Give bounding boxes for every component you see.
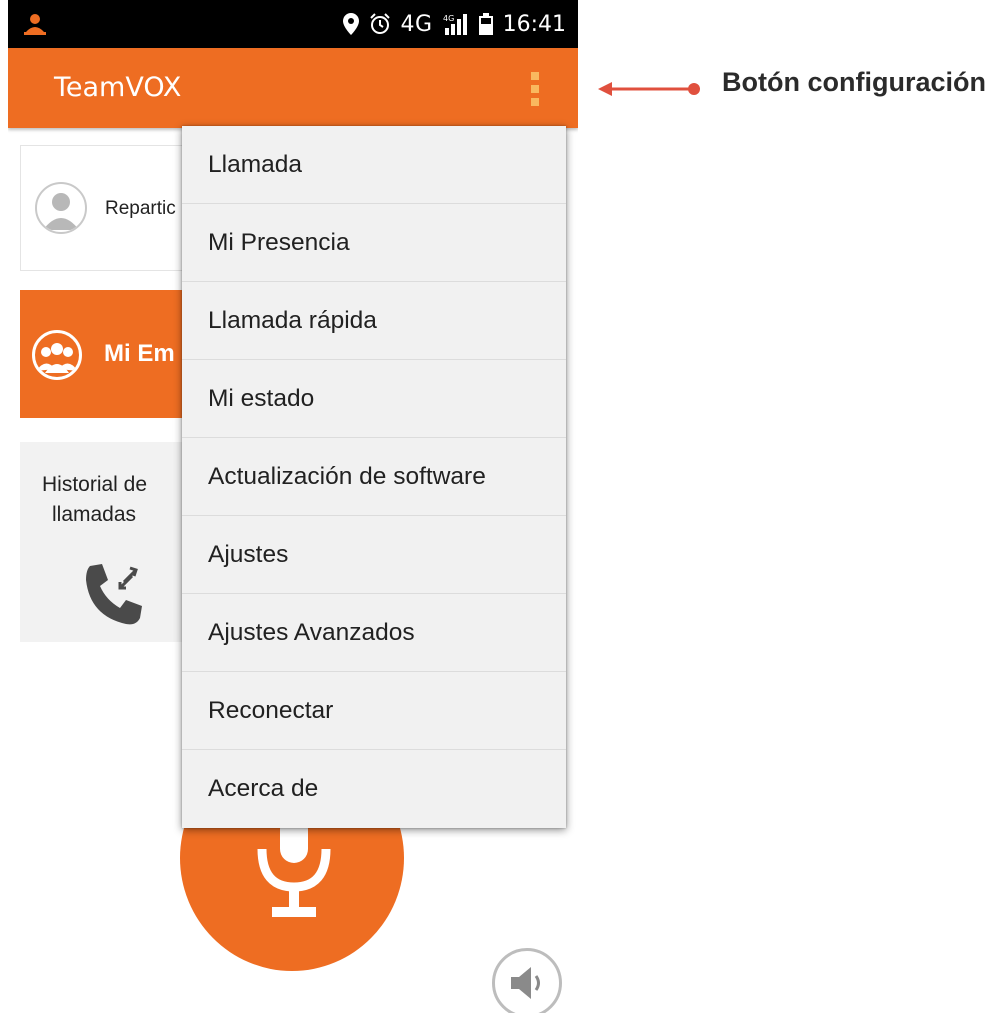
phone-screen: 4G 4G 16:41 TeamVOX Repartic Mi Em Histo…	[8, 0, 578, 1013]
callout-arrow-icon	[598, 82, 700, 96]
call-history-line2: llamadas	[52, 503, 137, 526]
clock-time: 16:41	[502, 11, 566, 37]
call-history-line1: Historial de	[42, 473, 148, 496]
microphone-icon	[257, 815, 331, 917]
more-vert-dot	[531, 85, 539, 93]
avatar-icon	[35, 182, 87, 234]
settings-overflow-menu: Llamada Mi Presencia Llamada rápida Mi e…	[182, 126, 566, 828]
more-vert-dot	[531, 98, 539, 106]
app-title: TeamVOX	[54, 72, 182, 103]
menu-item-acerca-de[interactable]: Acerca de	[182, 750, 566, 828]
team-card[interactable]: Mi Em	[20, 290, 198, 418]
menu-item-actualizacion-software[interactable]: Actualización de software	[182, 438, 566, 516]
menu-item-mi-estado[interactable]: Mi estado	[182, 360, 566, 438]
status-icons: 4G 4G 16:41	[342, 10, 566, 38]
speaker-icon	[511, 967, 540, 999]
status-bar: 4G 4G 16:41	[8, 0, 578, 48]
menu-item-mi-presencia[interactable]: Mi Presencia	[182, 204, 566, 282]
person-notification-icon	[24, 14, 46, 35]
network-type-label: 4G	[400, 11, 433, 37]
menu-item-reconectar[interactable]: Reconectar	[182, 672, 566, 750]
battery-icon	[478, 13, 493, 35]
team-name: Mi Em	[104, 340, 175, 367]
call-history-phone-icon	[86, 564, 142, 625]
alarm-icon	[369, 13, 390, 34]
group-icon	[32, 330, 82, 380]
call-history-card[interactable]: Historial de llamadas	[20, 442, 198, 642]
more-vert-icon	[531, 72, 539, 80]
call-history-label: Historial de llamadas	[20, 470, 198, 530]
signal-icon: 4G	[443, 14, 467, 35]
location-icon	[342, 13, 359, 35]
contact-card[interactable]: Repartic	[20, 145, 198, 271]
speaker-button[interactable]	[492, 948, 562, 1013]
svg-text:4G: 4G	[443, 14, 454, 23]
menu-item-ajustes-avanzados[interactable]: Ajustes Avanzados	[182, 594, 566, 672]
menu-item-llamada[interactable]: Llamada	[182, 126, 566, 204]
settings-overflow-button[interactable]	[518, 68, 552, 110]
callout-label: Botón configuración	[722, 67, 986, 97]
app-bar: TeamVOX	[8, 48, 578, 128]
contact-name: Repartic	[105, 198, 176, 219]
menu-item-ajustes[interactable]: Ajustes	[182, 516, 566, 594]
menu-item-llamada-rapida[interactable]: Llamada rápida	[182, 282, 566, 360]
